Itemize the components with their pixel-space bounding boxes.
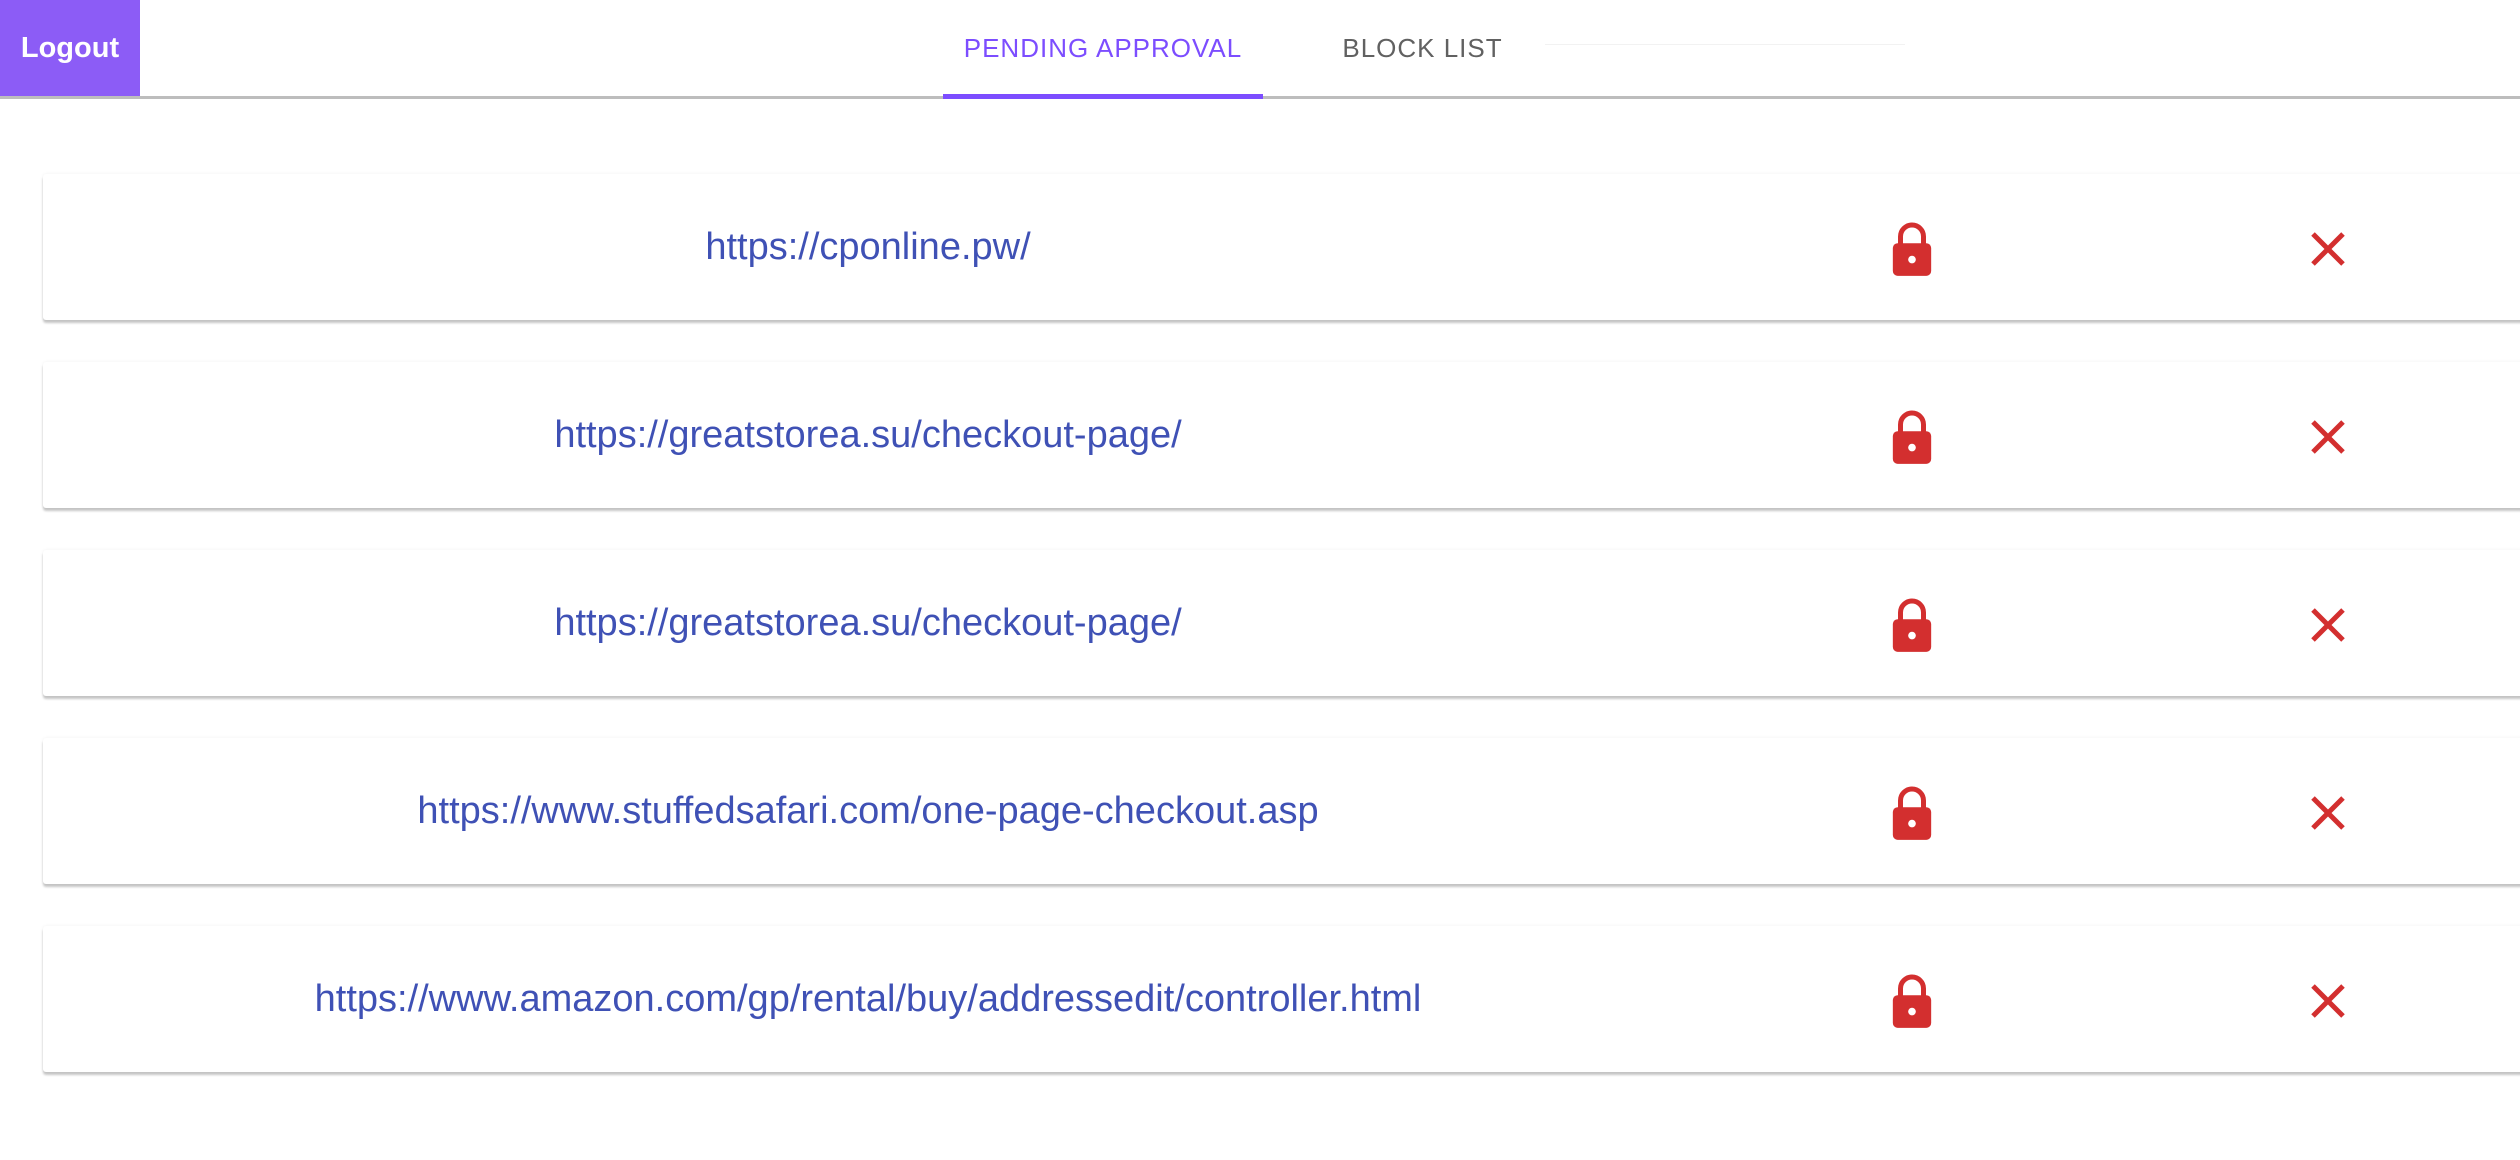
top-bar: Logout PENDING APPROVAL BLOCK LIST — [0, 0, 2520, 99]
logout-button[interactable]: Logout — [0, 0, 140, 96]
divider — [1545, 44, 1905, 45]
tab-pending-approval[interactable]: PENDING APPROVAL — [943, 0, 1263, 99]
close-icon[interactable] — [2293, 402, 2363, 472]
list-item: https://cponline.pw/ — [43, 174, 2520, 320]
list-item: https://greatstorea.su/checkout-page/ — [43, 362, 2520, 508]
close-icon[interactable] — [2293, 966, 2363, 1036]
list-item: https://www.stuffedsafari.com/one-page-c… — [43, 738, 2520, 884]
tab-block-list-label: BLOCK LIST — [1342, 32, 1503, 63]
close-icon[interactable] — [2293, 214, 2363, 284]
lock-icon[interactable] — [1877, 590, 1947, 660]
url-link[interactable]: https://cponline.pw/ — [43, 174, 1693, 320]
lock-icon[interactable] — [1877, 214, 1947, 284]
list-item: https://www.amazon.com/gp/rental/buy/add… — [43, 926, 2520, 1072]
lock-icon[interactable] — [1877, 966, 1947, 1036]
active-tab-indicator — [943, 94, 1263, 99]
tab-block-list[interactable]: BLOCK LIST — [1300, 0, 1545, 96]
close-icon[interactable] — [2293, 590, 2363, 660]
lock-icon[interactable] — [1877, 778, 1947, 848]
url-link[interactable]: https://www.amazon.com/gp/rental/buy/add… — [43, 926, 1693, 1072]
url-link[interactable]: https://greatstorea.su/checkout-page/ — [43, 362, 1693, 508]
list-item: https://greatstorea.su/checkout-page/ — [43, 550, 2520, 696]
close-icon[interactable] — [2293, 778, 2363, 848]
url-link[interactable]: https://greatstorea.su/checkout-page/ — [43, 550, 1693, 696]
lock-icon[interactable] — [1877, 402, 1947, 472]
url-link[interactable]: https://www.stuffedsafari.com/one-page-c… — [43, 738, 1693, 884]
tab-pending-approval-label: PENDING APPROVAL — [963, 32, 1243, 63]
